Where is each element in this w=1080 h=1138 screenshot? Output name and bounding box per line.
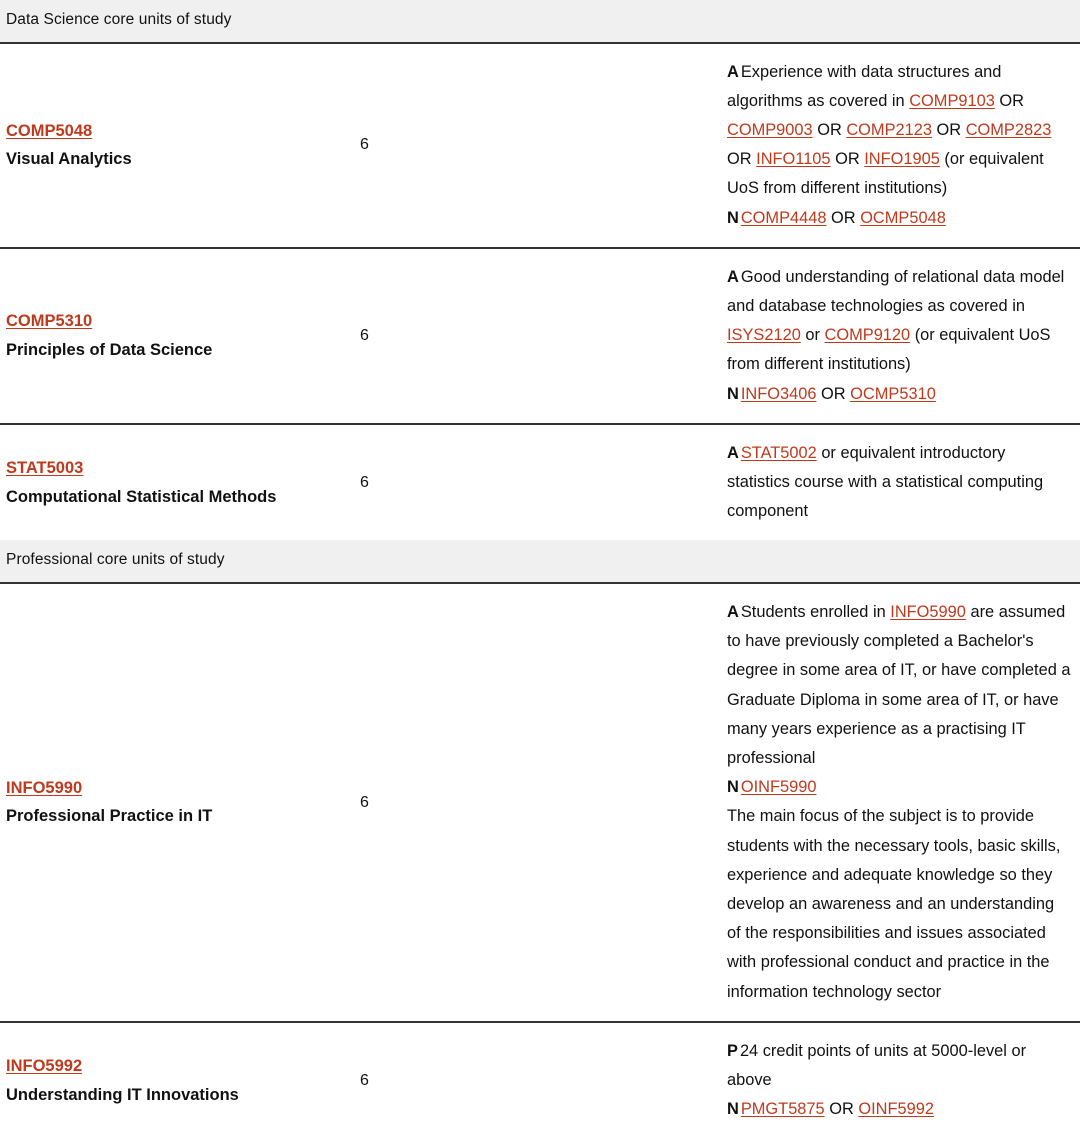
requisites-cell: A STAT5002 or equivalent introductory sta…: [720, 424, 1080, 541]
credit-points-cell: 6: [360, 583, 720, 1023]
credit-points-value: 6: [360, 327, 369, 345]
unit-code-cell: INFO5990 Professional Practice in IT: [0, 583, 360, 1023]
section-header-row: Data Science core units of study: [0, 0, 1080, 44]
unit-reference-link[interactable]: INFO5990: [890, 603, 966, 621]
unit-reference-link[interactable]: PMGT5875: [741, 1100, 825, 1118]
requisite-text: OR: [826, 208, 861, 227]
unit-code-link[interactable]: COMP5048: [6, 117, 352, 145]
unit-title: Computational Statistical Methods: [6, 487, 277, 506]
unit-code-cell: COMP5310 Principles of Data Science: [0, 247, 360, 425]
unit-title: Visual Analytics: [6, 150, 132, 169]
unit-code-cell: INFO5992 Understanding IT Innovations: [0, 1022, 360, 1138]
unit-reference-link[interactable]: OINF5990: [741, 778, 817, 796]
requisite-text: OR: [830, 150, 865, 169]
table-row: COMP5310 Principles of Data Science 6 A Good…: [0, 247, 1080, 425]
table-row: STAT5003 Computational Statistical Method…: [0, 424, 1080, 541]
requisite-line: N PMGT5875 OR OINF5992: [727, 1095, 1072, 1124]
requisites-cell: P 24 credit points of units at 5000-level…: [720, 1022, 1080, 1138]
requisite-text: or: [800, 326, 825, 345]
requisite-line: N INFO3406 OR OCMP5310: [727, 380, 1072, 409]
requisites-cell: A Experience with data structures and alg…: [720, 42, 1080, 249]
unit-reference-link[interactable]: COMP4448: [741, 209, 827, 227]
unit-reference-link[interactable]: COMP9103: [909, 92, 995, 110]
unit-reference-link[interactable]: OCMP5310: [850, 385, 936, 403]
requisites-cell: A Good understanding of relational data m…: [720, 247, 1080, 425]
requisite-text: Good understanding of relational data mo…: [727, 267, 1065, 316]
credit-points-value: 6: [360, 793, 369, 811]
unit-reference-link[interactable]: COMP2823: [966, 121, 1052, 139]
requisite-line: A Good understanding of relational data m…: [727, 263, 1072, 380]
requisite-line: N COMP4448 OR OCMP5048: [727, 204, 1072, 233]
table-row: COMP5048 Visual Analytics 6 A Experience wit…: [0, 42, 1080, 249]
unit-code-link[interactable]: COMP5310: [6, 307, 352, 335]
requisite-text: OR: [931, 121, 966, 139]
requisite-text: are assumed to have previously completed…: [727, 603, 1071, 768]
requisite-line: A Experience with data structures and alg…: [727, 58, 1072, 204]
requisite-type-tag: N: [727, 778, 739, 797]
table-row: INFO5992 Understanding IT Innovations 6 P 24…: [0, 1022, 1080, 1138]
requisites-block: P 24 credit points of units at 5000-level…: [727, 1037, 1072, 1125]
credit-points-cell: 6: [360, 247, 720, 425]
credit-points-value: 6: [360, 473, 369, 491]
unit-reference-link[interactable]: OINF5992: [858, 1100, 934, 1118]
unit-reference-link[interactable]: COMP9120: [825, 326, 911, 344]
unit-code-cell: COMP5048 Visual Analytics: [0, 42, 360, 249]
unit-reference-link[interactable]: ISYS2120: [727, 326, 801, 344]
credit-points-cell: 6: [360, 424, 720, 541]
requisite-line: A Students enrolled in INFO5990 are assum…: [727, 598, 1072, 773]
requisite-type-tag: N: [727, 384, 739, 403]
requisite-type-tag: A: [727, 443, 739, 462]
unit-reference-link[interactable]: INFO1905: [864, 150, 940, 168]
unit-title: Principles of Data Science: [6, 340, 213, 359]
requisite-text: OR: [727, 150, 757, 169]
unit-reference-link[interactable]: INFO3406: [741, 385, 817, 403]
requisite-text: 24 credit points of units at 5000-level …: [727, 1041, 1027, 1090]
requisite-type-tag: A: [727, 62, 739, 81]
unit-code-link[interactable]: INFO5990: [6, 774, 352, 802]
requisite-line: N OINF5990: [727, 773, 1072, 802]
requisite-type-tag: N: [727, 1100, 739, 1119]
section-header-row: Professional core units of study: [0, 540, 1080, 585]
requisite-type-tag: A: [727, 267, 739, 286]
requisite-type-tag: P: [727, 1041, 738, 1060]
unit-reference-link[interactable]: COMP9003: [727, 121, 813, 139]
requisites-block: A Good understanding of relational data m…: [727, 263, 1072, 409]
units-of-study-table: Data Science core units of study COMP5048…: [0, 0, 1080, 1138]
credit-points-value: 6: [360, 136, 369, 154]
unit-reference-link[interactable]: INFO1105: [756, 150, 830, 168]
requisites-block: A Experience with data structures and alg…: [727, 58, 1072, 233]
requisite-text: OR: [816, 384, 851, 403]
requisite-line: A STAT5002 or equivalent introductory sta…: [727, 439, 1072, 527]
requisites-cell: A Students enrolled in INFO5990 are assum…: [720, 583, 1080, 1023]
section-header-label: Professional core units of study: [0, 540, 1080, 585]
unit-description: The main focus of the subject is to prov…: [727, 807, 1061, 1001]
unit-reference-link[interactable]: OCMP5048: [860, 209, 946, 227]
requisites-block: A STAT5002 or equivalent introductory sta…: [727, 439, 1072, 527]
requisite-type-tag: A: [727, 603, 739, 622]
requisite-text: OR: [812, 121, 847, 139]
unit-reference-link[interactable]: COMP2123: [846, 121, 932, 139]
unit-title: Professional Practice in IT: [6, 807, 213, 826]
requisite-line: P 24 credit points of units at 5000-level…: [727, 1037, 1072, 1095]
section-header-label: Data Science core units of study: [0, 0, 1080, 44]
unit-code-link[interactable]: INFO5992: [6, 1052, 352, 1080]
requisite-text: OR: [994, 91, 1024, 110]
credit-points-cell: 6: [360, 42, 720, 249]
unit-code-link[interactable]: STAT5003: [6, 454, 352, 482]
requisite-type-tag: N: [727, 208, 739, 227]
table-row: INFO5990 Professional Practice in IT 6 A Stu…: [0, 583, 1080, 1023]
requisite-text: Students enrolled in: [740, 603, 891, 622]
requisites-block: A Students enrolled in INFO5990 are assum…: [727, 598, 1072, 1007]
unit-reference-link[interactable]: STAT5002: [741, 444, 817, 462]
requisite-text: OR: [824, 1100, 859, 1119]
credit-points-cell: 6: [360, 1022, 720, 1138]
unit-title: Understanding IT Innovations: [6, 1085, 239, 1104]
unit-code-cell: STAT5003 Computational Statistical Method…: [0, 424, 360, 541]
credit-points-value: 6: [360, 1071, 369, 1089]
